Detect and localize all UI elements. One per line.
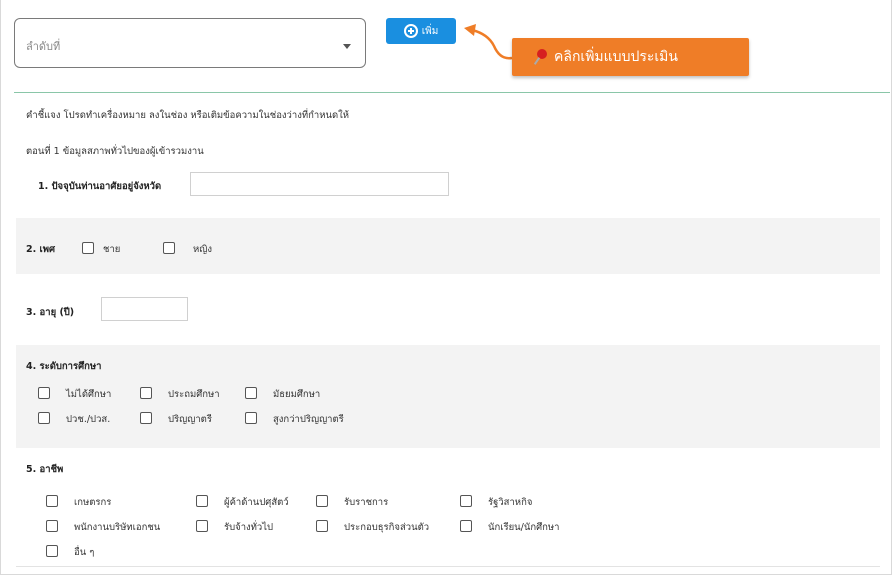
edu-primary-checkbox[interactable] bbox=[140, 387, 152, 399]
q4-label: 4. ระดับการศึกษา bbox=[26, 361, 102, 372]
page-frame bbox=[0, 0, 892, 575]
callout-text: คลิกเพิ่มแบบประเมิน bbox=[554, 49, 678, 65]
part1-title: ตอนที่ 1 ข้อมูลสภาพทั่วไปของผู้เข้ารวมงา… bbox=[26, 146, 204, 157]
edu-postgrad-checkbox[interactable] bbox=[245, 412, 257, 424]
plus-circle-icon bbox=[403, 24, 418, 38]
job-own-business-label: ประกอบธุรกิจส่วนตัว bbox=[344, 522, 430, 533]
edu-none-checkbox[interactable] bbox=[38, 387, 50, 399]
province-input[interactable] bbox=[190, 172, 449, 196]
job-government-checkbox[interactable] bbox=[316, 495, 328, 507]
edu-bachelor-label: ปริญญาตรี bbox=[168, 414, 212, 425]
gender-female-checkbox[interactable] bbox=[163, 242, 175, 254]
section-divider bbox=[16, 566, 880, 567]
instruction-text: คำชี้แจง โปรดทำเครื่องหมาย ลงในช่อง หรือ… bbox=[26, 110, 350, 121]
job-general-labor-label: รับจ้างทั่วไป bbox=[224, 522, 274, 533]
gender-male-checkbox[interactable] bbox=[82, 242, 94, 254]
job-government-label: รับราชการ bbox=[344, 497, 389, 508]
add-button[interactable]: เพิ่ม bbox=[386, 18, 456, 44]
job-own-business-checkbox[interactable] bbox=[316, 520, 328, 532]
edu-vocational-label: ปวช./ปวส. bbox=[66, 414, 111, 425]
q3-label: 3. อายุ (ปี) bbox=[26, 307, 75, 318]
q1-label: 1. ปัจจุบันท่านอาศัยอยู่จังหวัด bbox=[38, 181, 162, 192]
divider bbox=[14, 92, 890, 93]
job-state-enterprise-label: รัฐวิสาหกิจ bbox=[488, 497, 533, 508]
pushpin-icon bbox=[533, 49, 548, 65]
edu-bachelor-checkbox[interactable] bbox=[140, 412, 152, 424]
edu-vocational-checkbox[interactable] bbox=[38, 412, 50, 424]
job-farmer-checkbox[interactable] bbox=[46, 495, 58, 507]
job-private-employee-checkbox[interactable] bbox=[46, 520, 58, 532]
instruction-callout: คลิกเพิ่มแบบประเมิน bbox=[512, 38, 749, 76]
edu-postgrad-label: สูงกว่าปริญญาตรี bbox=[273, 414, 344, 425]
chevron-down-icon bbox=[343, 44, 351, 49]
edu-secondary-label: มัธยมศึกษา bbox=[273, 389, 321, 400]
q2-label: 2. เพศ bbox=[26, 244, 56, 255]
job-private-employee-label: พนักงานบริษัทเอกชน bbox=[74, 522, 161, 533]
job-state-enterprise-checkbox[interactable] bbox=[460, 495, 472, 507]
order-select-placeholder: ลำดับที่ bbox=[26, 40, 61, 53]
gender-female-label: หญิง bbox=[193, 244, 212, 255]
edu-secondary-checkbox[interactable] bbox=[245, 387, 257, 399]
add-button-label: เพิ่ม bbox=[421, 25, 439, 37]
edu-none-label: ไม่ได้ศึกษา bbox=[66, 389, 112, 400]
job-other-label: อื่น ๆ bbox=[74, 547, 95, 558]
age-input[interactable] bbox=[101, 297, 188, 321]
job-general-labor-checkbox[interactable] bbox=[196, 520, 208, 532]
job-student-label: นักเรียน/นักศึกษา bbox=[488, 522, 560, 533]
curved-arrow-icon bbox=[464, 24, 513, 60]
job-livestock-trader-checkbox[interactable] bbox=[196, 495, 208, 507]
gender-male-label: ชาย bbox=[103, 244, 121, 255]
q5-label: 5. อาชีพ bbox=[26, 464, 64, 475]
job-other-checkbox[interactable] bbox=[46, 545, 58, 557]
q2-section bbox=[16, 218, 880, 274]
job-student-checkbox[interactable] bbox=[460, 520, 472, 532]
job-livestock-trader-label: ผู้ค้าด้านปศุสัตว์ bbox=[224, 497, 289, 508]
job-farmer-label: เกษตรกร bbox=[74, 497, 112, 508]
edu-primary-label: ประถมศึกษา bbox=[168, 389, 220, 400]
order-select[interactable]: ลำดับที่ bbox=[14, 18, 366, 68]
